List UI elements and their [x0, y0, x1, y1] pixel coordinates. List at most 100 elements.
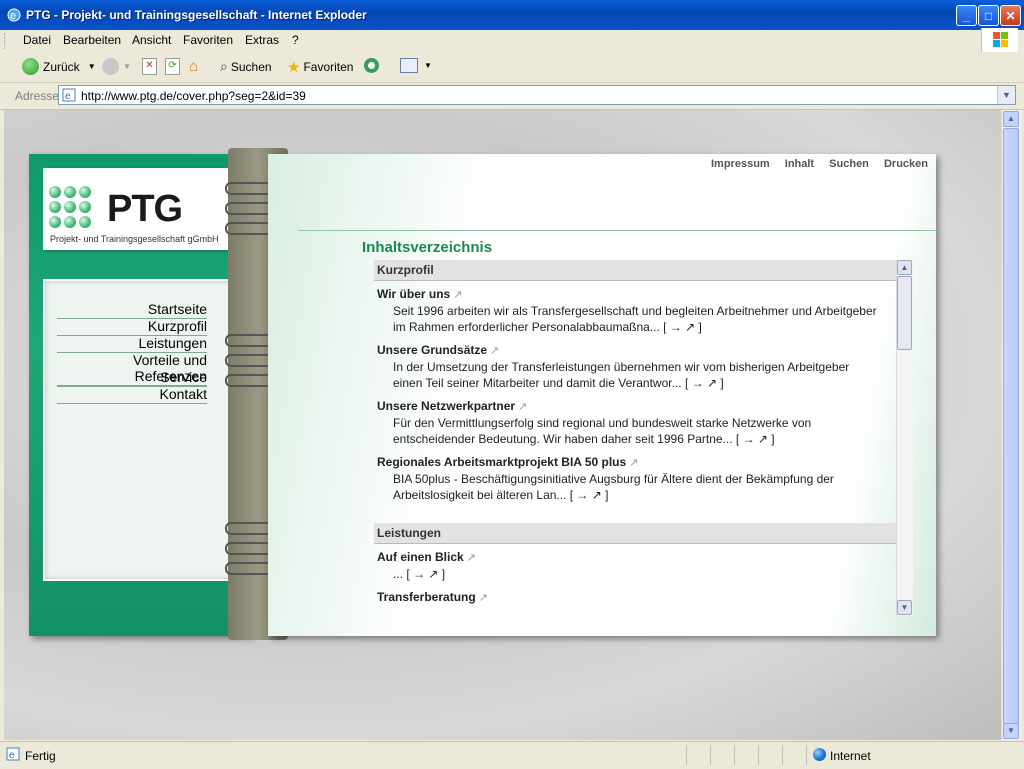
menu-grip [4, 33, 8, 49]
logo-subtitle: Projekt- und Trainingsgesellschaft gGmbH [50, 234, 219, 244]
address-bar: Adresse e http://www.ptg.de/cover.php?se… [0, 83, 1024, 110]
entry-line: In der Umsetzung der Transferleistungen … [393, 360, 850, 374]
svg-text:e: e [10, 10, 16, 22]
favorites-label: Favoriten [303, 60, 354, 74]
entry-link[interactable]: Wir über uns [377, 287, 450, 301]
section-heading: Leistungen [374, 523, 896, 544]
external-arrow-icon[interactable]: ↗ [490, 345, 499, 357]
history-icon [364, 58, 379, 73]
address-label: Adresse [15, 89, 60, 103]
top-links: Impressum Inhalt Suchen Drucken [699, 158, 928, 170]
scroll-down-icon[interactable]: ▼ [1003, 723, 1019, 739]
external-arrow-icon[interactable]: ↗ [518, 401, 527, 413]
ie-icon: e [7, 8, 21, 22]
search-icon: ⌕ [220, 58, 228, 74]
menu-help[interactable]: ? [292, 33, 299, 47]
left-panel: PTG Projekt- und Trainingsgesellschaft g… [29, 154, 251, 636]
entry-line[interactable]: entscheidender Bedeutung. Wir haben dahe… [393, 431, 896, 447]
maximize-button[interactable]: □ [978, 5, 999, 26]
nav-kurzprofil[interactable]: Kurzprofil [57, 318, 207, 336]
entry-line[interactable]: im Rahmen erforderlicher Personalabbauma… [393, 319, 896, 335]
minimize-button[interactable]: _ [956, 5, 977, 26]
nav-service[interactable]: Service [57, 369, 207, 387]
mail-button[interactable]: ▼ [400, 58, 432, 73]
forward-arrow-icon [102, 58, 119, 75]
link-inhalt[interactable]: Inhalt [785, 158, 814, 170]
menu-bearbeiten[interactable]: Bearbeiten [63, 33, 121, 47]
status-divider [782, 745, 783, 765]
refresh-icon: ⟳ [165, 58, 180, 75]
status-divider [806, 745, 807, 765]
search-button[interactable]: ⌕ Suchen [220, 58, 272, 75]
refresh-button[interactable]: ⟳ [165, 58, 180, 75]
menu-favoriten[interactable]: Favoriten [183, 33, 233, 47]
scroll-up-icon[interactable]: ▲ [1003, 111, 1019, 127]
toc-scrollbar[interactable]: ▲ ▼ [896, 260, 913, 616]
windows-logo-icon [981, 28, 1018, 52]
nav-kontakt[interactable]: Kontakt [57, 386, 207, 404]
home-button[interactable]: ⌂ [189, 58, 198, 75]
entry-line[interactable]: einen Teil seiner Mitarbeiter und damit … [393, 375, 896, 391]
forward-dropdown-icon[interactable]: ▼ [123, 62, 131, 71]
history-button[interactable] [364, 58, 383, 73]
forward-button[interactable]: ▼ [102, 58, 131, 75]
favorites-button[interactable]: ★ Favoriten [287, 58, 353, 76]
scroll-up-icon[interactable]: ▲ [897, 260, 912, 275]
search-label: Suchen [230, 59, 272, 74]
browser-scrollbar[interactable]: ▲ ▼ [1001, 110, 1021, 740]
main-nav: Startseite Kurzprofil Leistungen Vorteil… [43, 279, 246, 581]
stop-icon: ✕ [142, 58, 157, 75]
scroll-down-icon[interactable]: ▼ [897, 600, 912, 615]
page-viewport: PTG Projekt- und Trainingsgesellschaft g… [4, 110, 1001, 740]
status-divider [686, 745, 687, 765]
external-arrow-icon[interactable]: ↗ [479, 592, 488, 604]
nav-leistungen[interactable]: Leistungen [57, 335, 207, 353]
external-arrow-icon[interactable]: ↗ [629, 457, 638, 469]
scroll-thumb[interactable] [897, 276, 912, 350]
external-arrow-icon[interactable]: ↗ [467, 552, 476, 564]
status-divider [734, 745, 735, 765]
menu-extras[interactable]: Extras [245, 33, 279, 47]
back-label: Zurück [43, 59, 80, 74]
page-title: Inhaltsverzeichnis [362, 239, 493, 256]
menu-ansicht[interactable]: Ansicht [132, 33, 171, 47]
entry-line: BIA 50plus - Beschäftigungsinitiative Au… [393, 472, 834, 486]
status-divider [758, 745, 759, 765]
toc-content: Kurzprofil Wir über uns ↗ Seit 1996 arbei… [374, 260, 896, 618]
entry-link[interactable]: Regionales Arbeitsmarktprojekt BIA 50 pl… [377, 455, 626, 469]
star-icon: ★ [287, 59, 301, 76]
ptg-binder: PTG Projekt- und Trainingsgesellschaft g… [29, 148, 936, 640]
address-input[interactable]: e http://www.ptg.de/cover.php?seg=2&id=3… [58, 85, 1016, 105]
back-arrow-icon [22, 58, 39, 75]
link-impressum[interactable]: Impressum [711, 158, 770, 170]
toc-entry: Unsere Netzwerkpartner ↗ Für den Vermittl… [377, 399, 896, 447]
nav-startseite[interactable]: Startseite [57, 301, 207, 319]
entry-line: Seit 1996 arbeiten wir als Transfergesel… [393, 304, 877, 318]
status-divider [710, 745, 711, 765]
entry-link[interactable]: Transferberatung [377, 590, 476, 604]
back-dropdown-icon[interactable]: ▼ [88, 62, 96, 71]
entry-link[interactable]: Unsere Netzwerkpartner [377, 399, 515, 413]
status-zone: Internet [830, 749, 871, 763]
address-url: http://www.ptg.de/cover.php?seg=2&id=39 [81, 89, 306, 103]
close-button[interactable]: ✕ [1000, 5, 1021, 26]
entry-link[interactable]: Auf einen Blick [377, 550, 464, 564]
menu-datei[interactable]: Datei [23, 33, 51, 47]
page-icon: e [62, 88, 76, 102]
address-dropdown-icon[interactable]: ▼ [997, 86, 1015, 104]
link-drucken[interactable]: Drucken [884, 158, 928, 170]
svg-text:e: e [65, 91, 71, 102]
stop-button[interactable]: ✕ [142, 58, 157, 75]
toolbar: Zurück ▼ ▼ ✕ ⟳ ⌂ ⌕ Suchen ★ Favoriten ▼ [0, 52, 1024, 83]
entry-line[interactable]: ... [ → ↗ ] [393, 566, 896, 582]
title-bar: e PTG - Projekt- und Trainingsgesellscha… [0, 0, 1024, 30]
scroll-thumb[interactable] [1003, 128, 1019, 724]
entry-line[interactable]: Arbeitslosigkeit bei älteren Lan... [ → … [393, 487, 896, 503]
link-suchen[interactable]: Suchen [829, 158, 869, 170]
logo[interactable]: PTG Projekt- und Trainingsgesellschaft g… [43, 168, 246, 250]
back-button[interactable]: Zurück ▼ [22, 58, 96, 75]
external-arrow-icon[interactable]: ↗ [453, 289, 462, 301]
entry-link[interactable]: Unsere Grundsätze [377, 343, 487, 357]
mail-dropdown-icon[interactable]: ▼ [424, 61, 432, 70]
section-heading: Kurzprofil [374, 260, 896, 281]
